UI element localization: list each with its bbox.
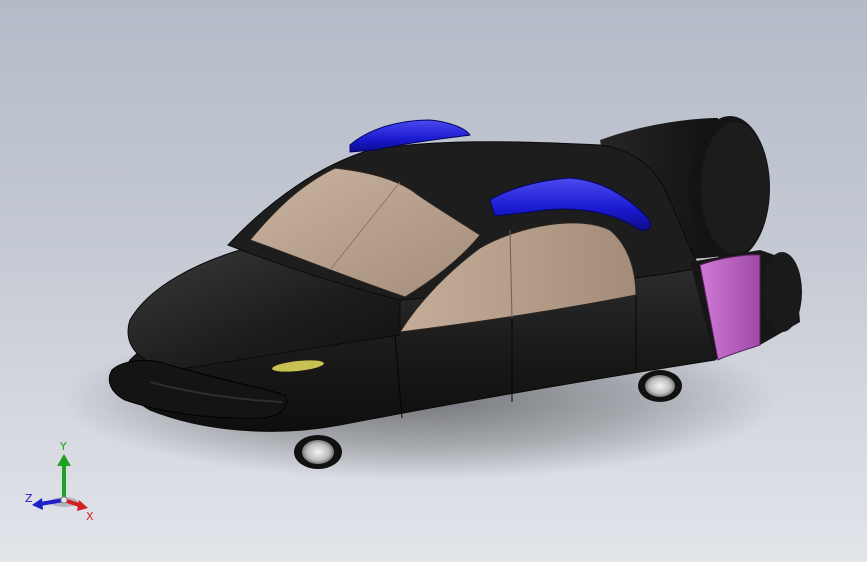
car-model-3d[interactable] <box>0 0 867 562</box>
rear-wheel <box>638 370 682 402</box>
front-wheel <box>294 435 342 469</box>
z-axis-label: Z <box>25 492 33 505</box>
x-axis-label: X <box>86 510 94 523</box>
y-axis-label: Y <box>59 440 67 453</box>
graphics-viewport[interactable]: Y X Z <box>0 0 867 562</box>
axis-triad: Y X Z <box>25 440 94 523</box>
y-axis-arrow <box>57 454 71 500</box>
